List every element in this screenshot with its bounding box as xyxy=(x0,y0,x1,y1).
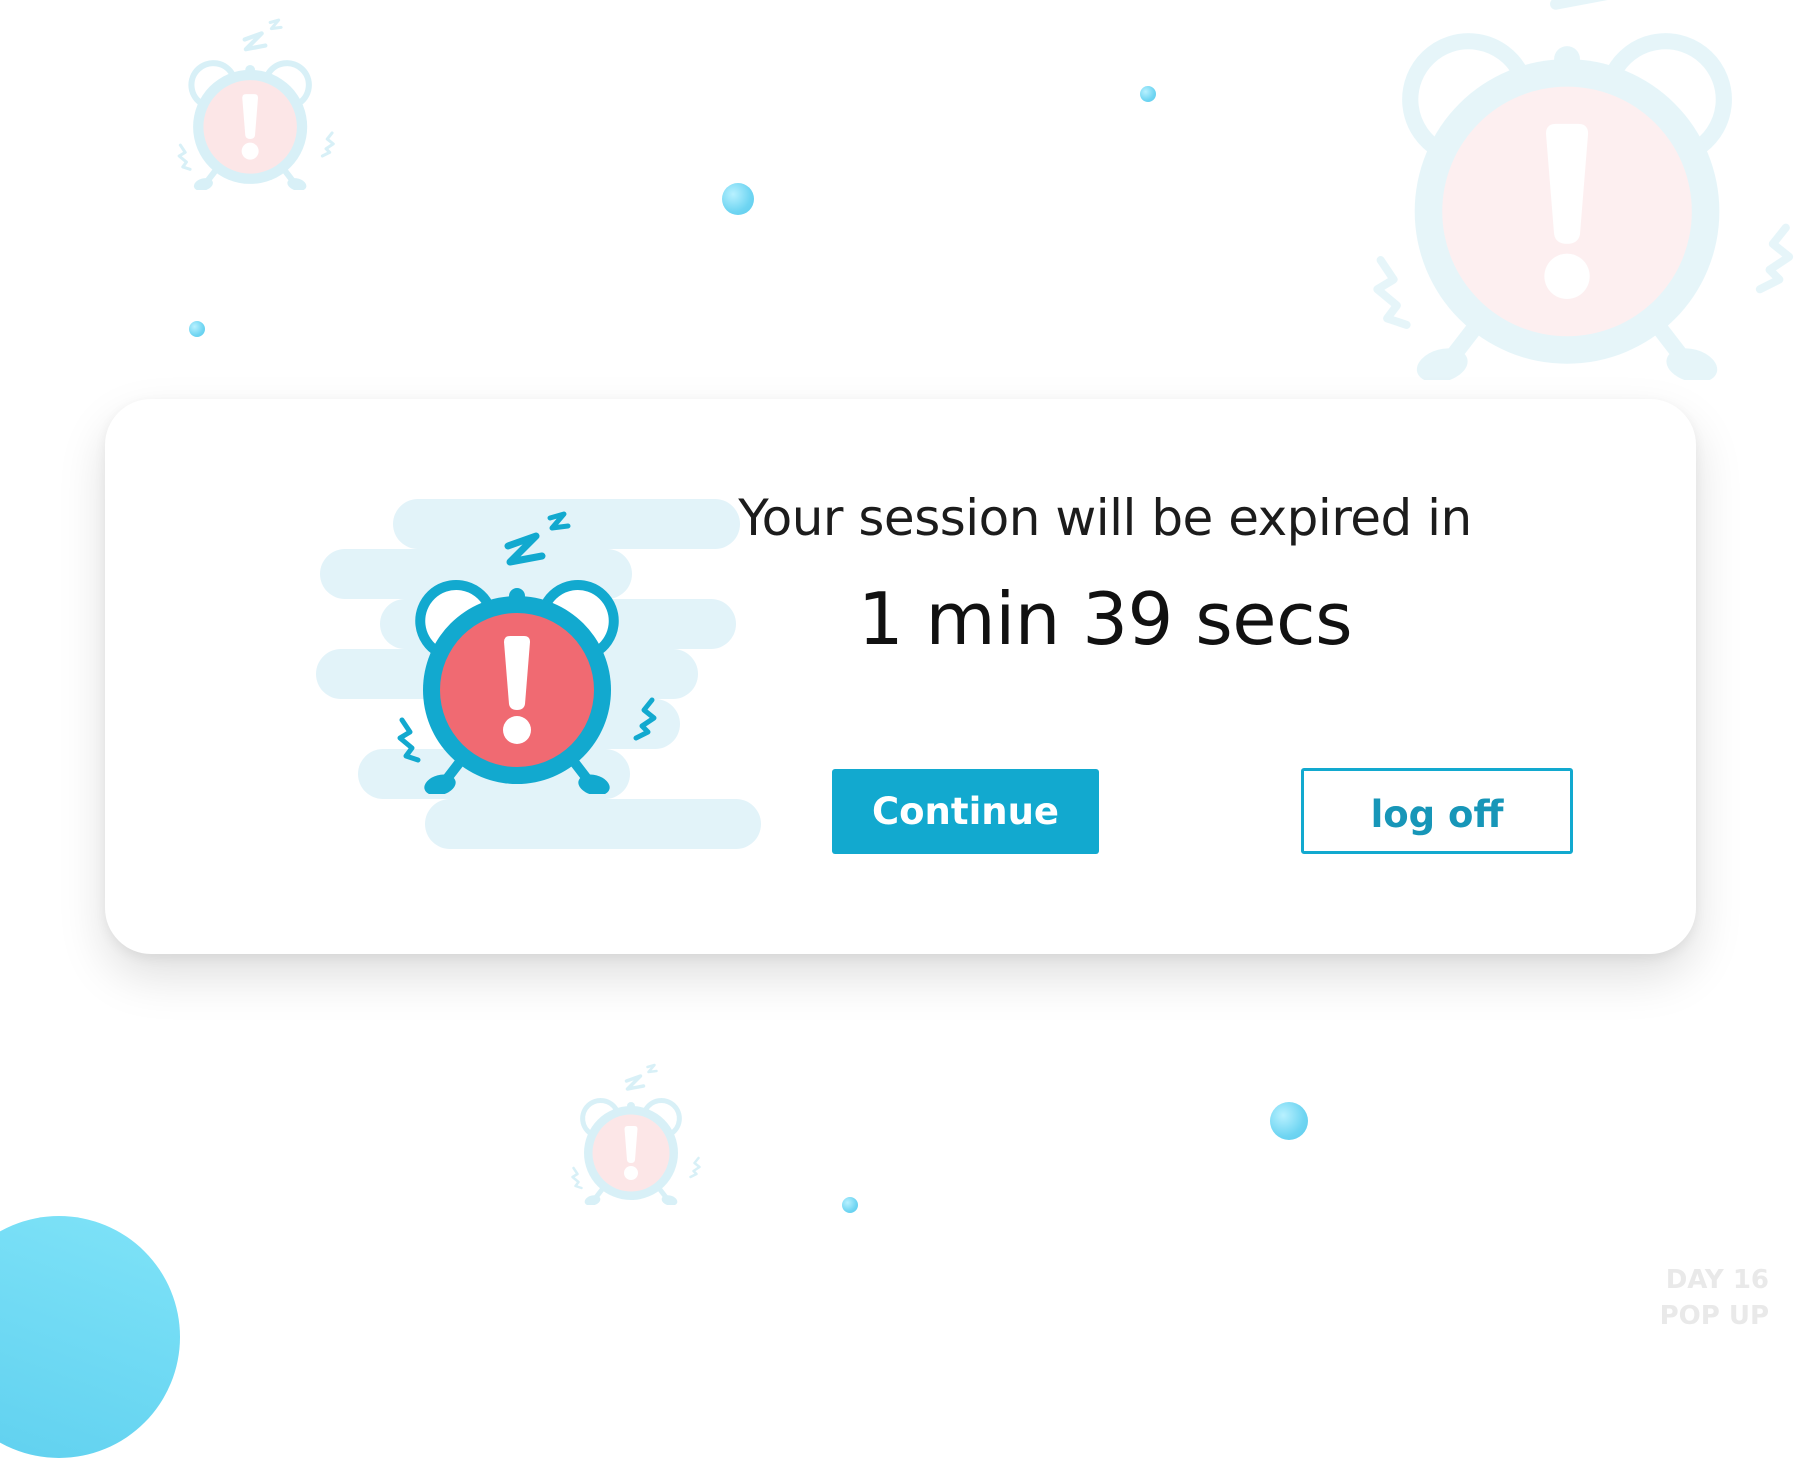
background-clock-icon xyxy=(1320,0,1801,380)
background-clock-icon xyxy=(560,1060,710,1205)
decor-dot xyxy=(1270,1102,1308,1140)
alarm-clock-alert-icon xyxy=(390,504,660,794)
decor-dot xyxy=(722,183,754,215)
expiry-message: Your session will be expired in xyxy=(738,489,1472,547)
decor-dot xyxy=(189,321,205,337)
watermark-line-1: DAY 16 xyxy=(1665,1265,1769,1295)
decor-dot xyxy=(1140,86,1156,102)
continue-button[interactable]: Continue xyxy=(832,769,1099,854)
watermark: DAY 16 POP UP xyxy=(1660,1262,1769,1334)
countdown-timer: 1 min 39 secs xyxy=(857,577,1353,661)
illustration xyxy=(210,479,761,899)
decor-dot xyxy=(842,1197,858,1213)
background-clock-icon xyxy=(160,14,350,190)
decor-stripe xyxy=(425,799,761,849)
watermark-line-2: POP UP xyxy=(1659,1301,1769,1331)
log-off-button[interactable]: log off xyxy=(1301,768,1573,854)
session-timeout-dialog: Your session will be expired in 1 min 39… xyxy=(105,399,1696,954)
corner-blob xyxy=(0,1216,180,1458)
